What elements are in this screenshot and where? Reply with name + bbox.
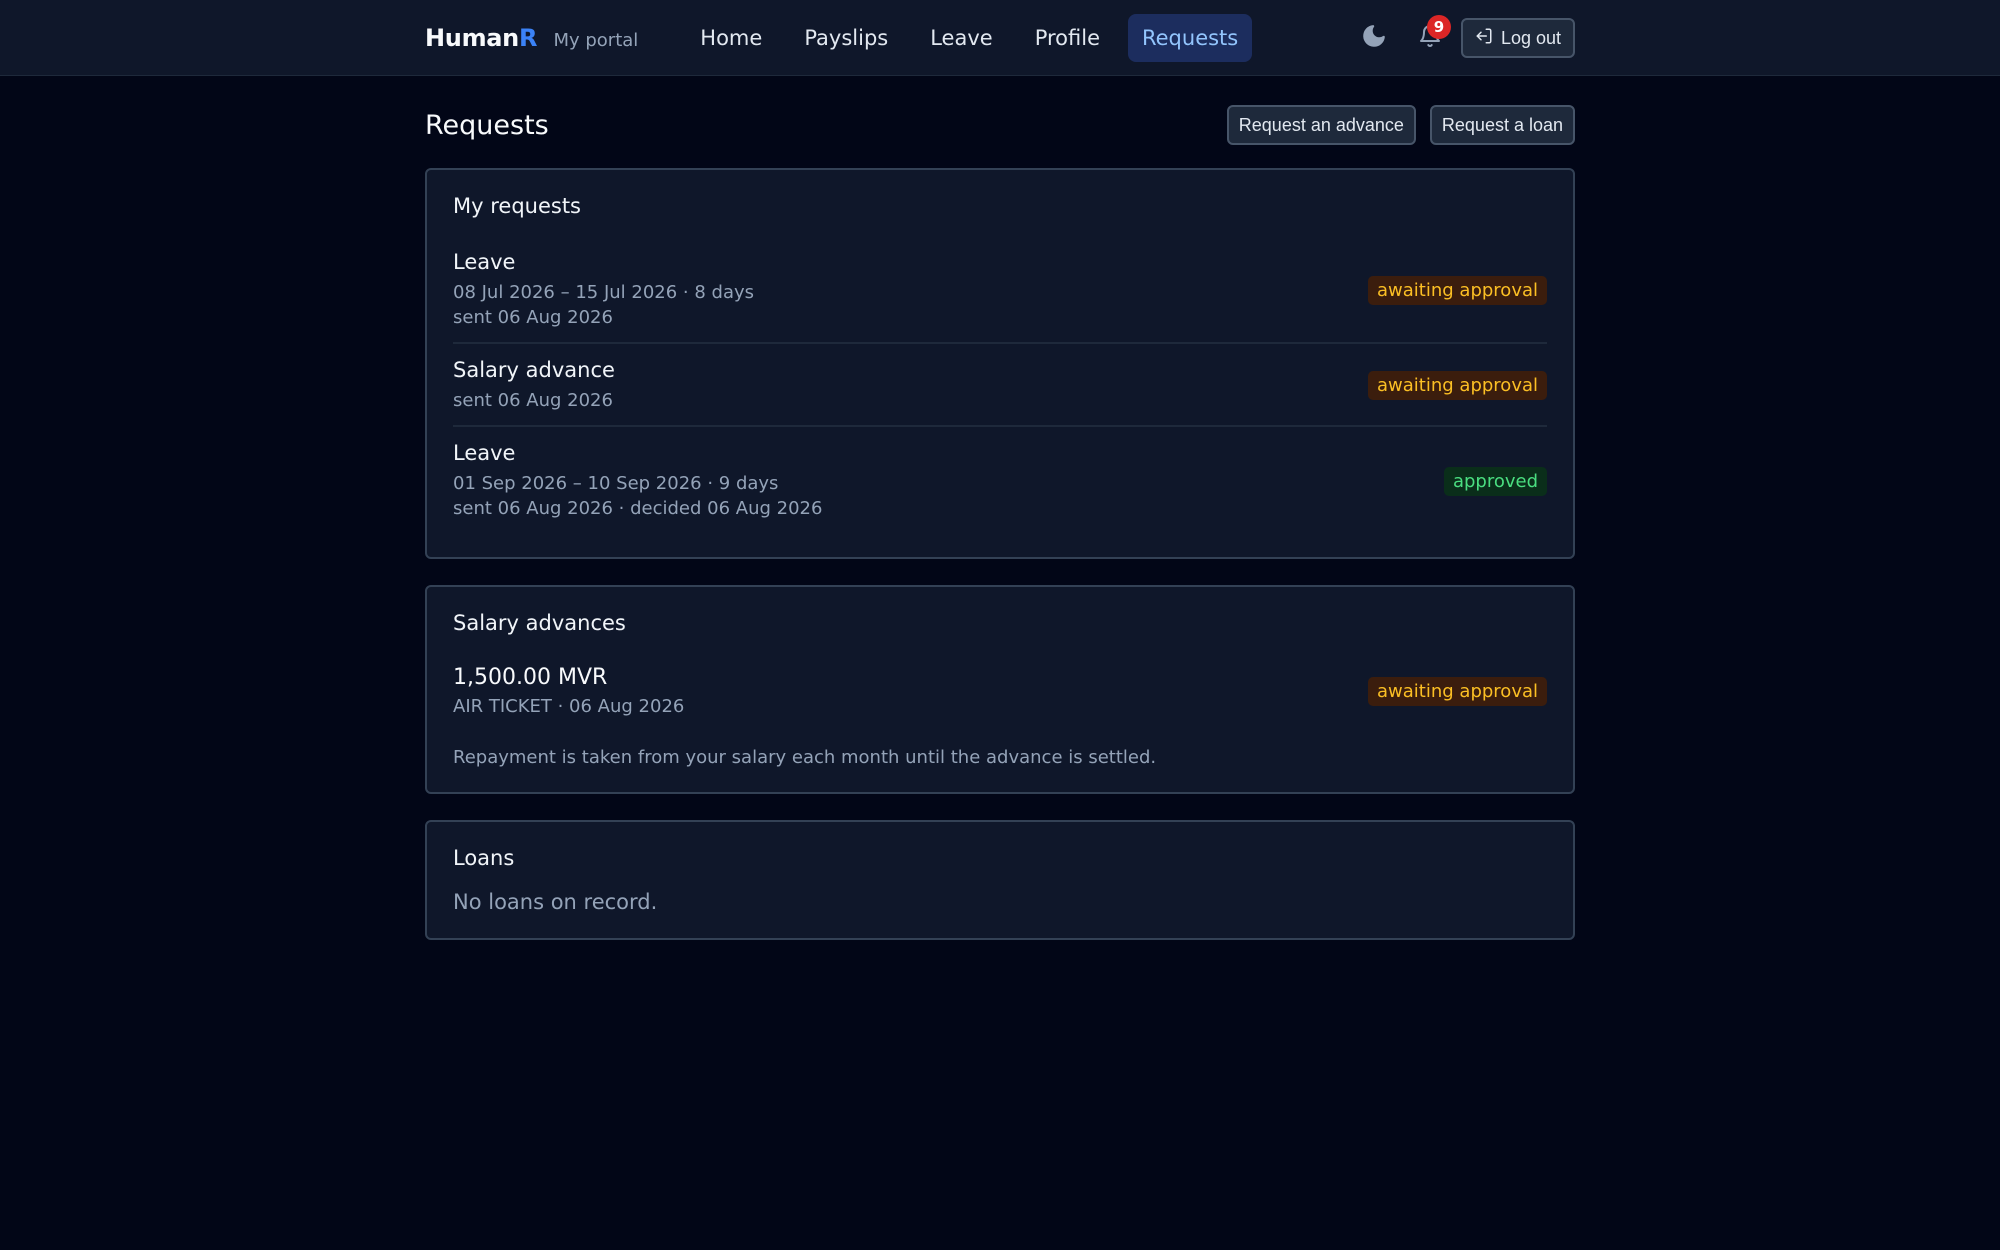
my-requests-title: My requests <box>453 194 581 218</box>
logout-button[interactable]: Log out <box>1460 18 1575 58</box>
salary-advances-title: Salary advances <box>453 611 626 635</box>
notification-count-badge: 9 <box>1426 15 1451 39</box>
main-nav: Home Payslips Leave Profile Requests <box>686 14 1253 62</box>
request-type: Salary advance <box>453 358 615 382</box>
logout-label: Log out <box>1500 27 1561 48</box>
notifications-button[interactable]: 9 <box>1409 15 1451 59</box>
request-sent: sent 06 Aug 2026 · decided 06 Aug 2026 <box>453 498 823 519</box>
advance-amount: 1,500.00 MVR <box>453 665 608 690</box>
status-badge: awaiting approval <box>1368 371 1547 400</box>
status-badge: approved <box>1443 466 1547 496</box>
brand-subtitle: My portal <box>553 30 639 51</box>
theme-toggle-button[interactable] <box>1353 17 1395 59</box>
moon-icon <box>1361 23 1387 53</box>
loans-card: Loans No loans on record. <box>425 820 1575 940</box>
nav-home[interactable]: Home <box>686 14 776 62</box>
request-sent: sent 06 Aug 2026 <box>453 307 613 328</box>
nav-payslips[interactable]: Payslips <box>790 14 902 62</box>
status-badge: awaiting approval <box>1368 676 1547 706</box>
request-row: Salary advance sent 06 Aug 2026 awaiting… <box>453 344 1547 427</box>
brand-accent: R <box>518 24 538 52</box>
request-row: Leave 01 Sep 2026 – 10 Sep 2026 · 9 days… <box>453 427 1547 533</box>
request-loan-button[interactable]: Request a loan <box>1429 105 1575 145</box>
request-advance-button[interactable]: Request an advance <box>1226 105 1416 145</box>
logout-icon <box>1475 27 1501 50</box>
salary-advances-card: Salary advances 1,500.00 MVR AIR TICKET … <box>425 585 1575 794</box>
nav-leave[interactable]: Leave <box>916 14 1006 62</box>
request-type: Leave <box>453 441 516 465</box>
nav-profile[interactable]: Profile <box>1021 14 1114 62</box>
request-dates: 01 Sep 2026 – 10 Sep 2026 · 9 days <box>453 473 779 494</box>
advance-meta: AIR TICKET · 06 Aug 2026 <box>453 696 685 717</box>
request-sent: sent 06 Aug 2026 <box>453 390 613 411</box>
request-dates: 08 Jul 2026 – 15 Jul 2026 · 8 days <box>453 282 755 303</box>
my-requests-card: My requests Leave 08 Jul 2026 – 15 Jul 2… <box>425 168 1575 559</box>
page-title: Requests <box>425 109 549 141</box>
advance-row: 1,500.00 MVR AIR TICKET · 06 Aug 2026 aw… <box>453 665 1547 717</box>
loans-empty-text: No loans on record. <box>453 890 658 914</box>
repayment-note: Repayment is taken from your salary each… <box>453 747 1157 768</box>
main-content: Requests Request an advance Request a lo… <box>425 76 1575 940</box>
nav-requests[interactable]: Requests <box>1127 14 1253 62</box>
status-badge: awaiting approval <box>1368 275 1547 305</box>
top-navbar: Human R My portal Home Payslips Leave Pro… <box>0 0 2000 76</box>
brand[interactable]: Human R My portal <box>425 24 638 52</box>
request-type: Leave <box>453 250 516 274</box>
brand-name: Human <box>425 24 519 52</box>
request-row: Leave 08 Jul 2026 – 15 Jul 2026 · 8 days… <box>453 236 1547 344</box>
loans-title: Loans <box>453 846 515 870</box>
